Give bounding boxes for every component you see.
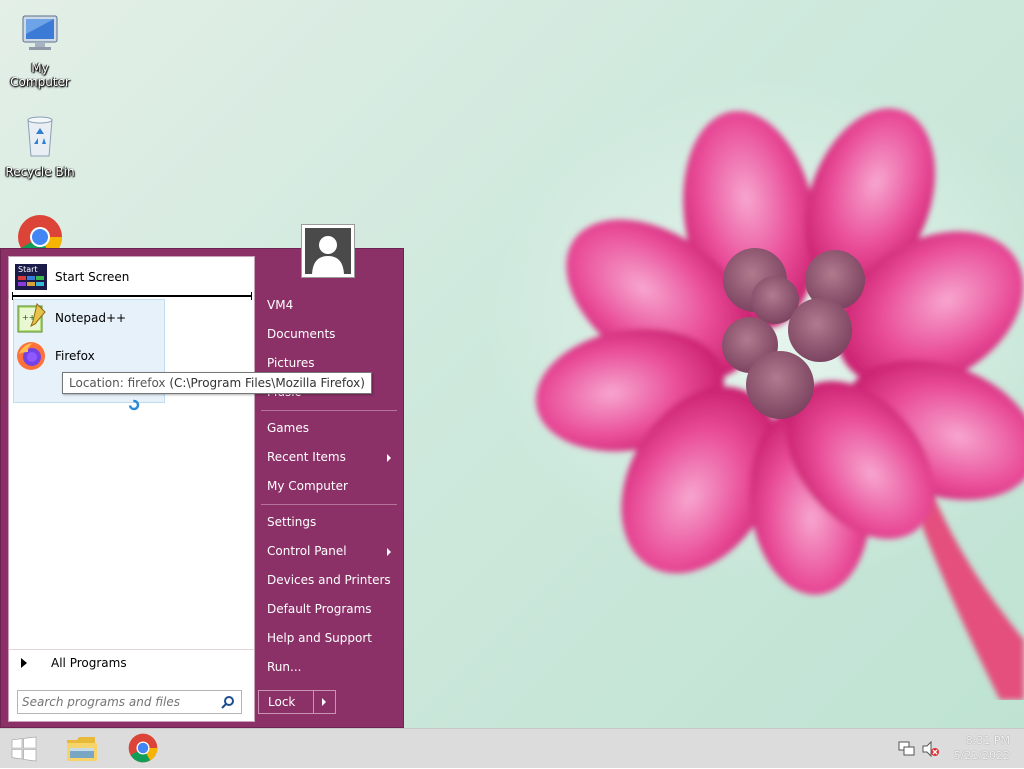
chrome-taskbar-button[interactable] xyxy=(116,729,172,769)
chrome-icon xyxy=(128,733,158,763)
right-item-documents[interactable]: Documents xyxy=(259,320,397,348)
pictures-label: Pictures xyxy=(267,356,315,370)
start-menu: Start Start Screen ++ Notepad++ Firefox … xyxy=(0,248,404,728)
right-item-settings[interactable]: Settings xyxy=(259,508,397,536)
firefox-item[interactable]: Firefox xyxy=(13,338,249,374)
right-item-control-panel[interactable]: Control Panel xyxy=(259,537,397,565)
right-item-recent-items[interactable]: Recent Items xyxy=(259,443,397,471)
user-avatar-icon xyxy=(312,236,344,274)
start-screen-icon: Start xyxy=(15,261,47,293)
start-screen-icon-text: Start xyxy=(18,265,38,274)
start-menu-programs-pane: Start Start Screen ++ Notepad++ Firefox … xyxy=(8,256,255,722)
submenu-arrow-icon xyxy=(387,548,391,556)
desktop-icon-label: Recycle Bin xyxy=(5,165,75,179)
right-item-games[interactable]: Games xyxy=(259,414,397,442)
desktop-icon-label: My Computer xyxy=(10,61,70,89)
settings-label: Settings xyxy=(267,515,317,529)
default-programs-label: Default Programs xyxy=(267,602,372,616)
computer-icon xyxy=(22,15,58,50)
busy-cursor-icon xyxy=(128,399,140,411)
my-computer-label: My Computer xyxy=(267,479,348,493)
help-support-label: Help and Support xyxy=(267,631,372,645)
clock-date: 5/21/2022 xyxy=(953,749,1010,762)
file-explorer-icon xyxy=(67,737,97,761)
games-label: Games xyxy=(267,421,309,435)
recycle-bin-icon xyxy=(27,116,53,157)
all-programs-button[interactable]: All Programs xyxy=(13,649,249,677)
start-button[interactable] xyxy=(0,729,56,769)
lock-label: Lock xyxy=(268,695,296,709)
run-label: Run... xyxy=(267,660,302,674)
clock-time: 8:31 PM xyxy=(965,734,1010,747)
pinned-separator xyxy=(12,292,252,300)
tooltip: Location: firefox (C:\Program Files\Mozi… xyxy=(62,372,372,394)
desktop-icon-my-computer[interactable]: My Computer xyxy=(0,10,80,89)
volume-muted-icon[interactable] xyxy=(922,741,940,757)
control-panel-label: Control Panel xyxy=(267,544,347,558)
documents-label: Documents xyxy=(267,327,336,341)
network-icon[interactable] xyxy=(898,741,916,757)
right-item-devices-printers[interactable]: Devices and Printers xyxy=(259,566,397,594)
right-item-help-support[interactable]: Help and Support xyxy=(259,624,397,652)
shutdown-options-arrow[interactable] xyxy=(313,690,336,714)
right-item-user[interactable]: VM4 xyxy=(259,291,397,319)
user-folder-label: VM4 xyxy=(267,298,294,312)
devices-printers-label: Devices and Printers xyxy=(267,573,391,587)
start-screen-label: Start Screen xyxy=(55,270,130,284)
tooltip-path: (C:\Program Files\Mozilla Firefox) xyxy=(169,376,365,390)
notepad-plus-plus-label: Notepad++ xyxy=(55,311,127,325)
search-input[interactable] xyxy=(18,692,221,712)
user-picture[interactable] xyxy=(301,224,355,278)
submenu-arrow-icon xyxy=(387,454,391,462)
windows-logo-icon xyxy=(11,736,37,762)
right-separator xyxy=(261,504,397,505)
taskbar: 8:31 PM 5/21/2022 xyxy=(0,728,1024,768)
right-item-default-programs[interactable]: Default Programs xyxy=(259,595,397,623)
right-item-my-computer[interactable]: My Computer xyxy=(259,472,397,500)
search-box[interactable] xyxy=(17,690,242,714)
search-icon[interactable] xyxy=(221,695,235,709)
firefox-label: Firefox xyxy=(55,349,95,363)
taskbar-clock[interactable]: 8:31 PM 5/21/2022 xyxy=(954,733,1010,763)
desktop-icon-recycle-bin[interactable]: Recycle Bin xyxy=(0,112,80,179)
right-separator xyxy=(261,410,397,411)
firefox-icon xyxy=(15,340,47,372)
tooltip-prefix: Location: firefox xyxy=(69,376,166,390)
file-explorer-button[interactable] xyxy=(56,729,112,769)
notepad-plus-plus-item[interactable]: ++ Notepad++ xyxy=(13,300,249,336)
all-programs-label: All Programs xyxy=(51,656,127,670)
notepad-plus-plus-icon: ++ xyxy=(15,302,47,334)
start-screen-item[interactable]: Start Start Screen xyxy=(13,259,249,295)
triangle-right-icon xyxy=(21,658,27,668)
flower-wallpaper xyxy=(535,108,1024,700)
right-item-run[interactable]: Run... xyxy=(259,653,397,681)
lock-button[interactable]: Lock xyxy=(258,690,314,714)
recent-items-label: Recent Items xyxy=(267,450,346,464)
